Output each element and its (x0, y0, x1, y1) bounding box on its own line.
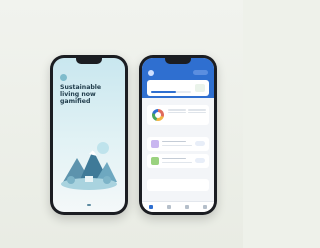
phone-onboarding: Sustainable living now gamified (50, 55, 128, 215)
task-item[interactable] (147, 137, 209, 151)
phone-dashboard (139, 55, 217, 215)
dashboard-screen (142, 58, 214, 212)
task-action-button[interactable] (195, 158, 205, 163)
header-pill-button[interactable] (193, 70, 208, 75)
onboarding-title: Sustainable living now gamified (60, 84, 102, 105)
score-card[interactable] (147, 80, 209, 96)
profile-icon[interactable] (203, 205, 207, 209)
task-description (162, 144, 192, 146)
avatar[interactable] (148, 70, 154, 76)
app-logo-icon (60, 74, 67, 81)
score-progress-fill (151, 91, 176, 93)
page-indicator[interactable] (87, 204, 91, 206)
legend-item (188, 111, 206, 114)
home-icon[interactable] (149, 205, 153, 209)
legend-item (188, 109, 206, 111)
task-action-button[interactable] (195, 141, 205, 146)
footprint-card[interactable] (147, 105, 209, 125)
onboarding-screen: Sustainable living now gamified (53, 58, 125, 212)
task-item[interactable] (147, 154, 209, 168)
footprint-legend (168, 109, 206, 114)
legend-item (168, 109, 186, 111)
stats-icon[interactable] (185, 205, 189, 209)
task-title (162, 140, 186, 143)
footprint-donut-chart (152, 109, 164, 121)
mountain-illustration-icon (61, 142, 117, 190)
leaf-badge-icon (195, 84, 205, 92)
task-icon (151, 157, 159, 165)
task-icon (151, 140, 159, 148)
tasks-icon[interactable] (167, 205, 171, 209)
legend-item (168, 111, 186, 114)
bottom-nav (142, 201, 214, 212)
score-progress (151, 91, 191, 93)
task-description (162, 161, 192, 163)
phone-notch (76, 58, 102, 64)
mockup-background: Sustainable living now gamified (0, 0, 243, 248)
task-title (162, 157, 186, 160)
phone-notch (165, 58, 191, 64)
community-card[interactable] (147, 179, 209, 191)
